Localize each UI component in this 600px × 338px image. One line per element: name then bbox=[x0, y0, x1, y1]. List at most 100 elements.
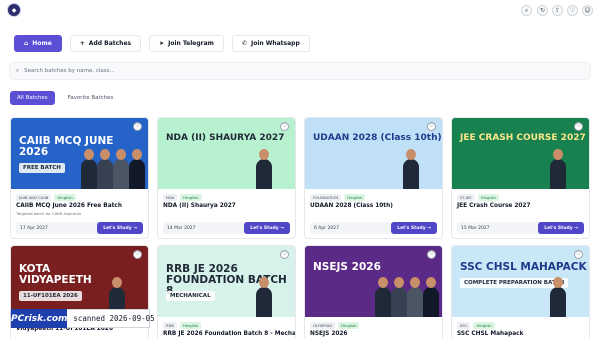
batch-title: UDAAN 2028 (Class 10th) bbox=[310, 203, 393, 209]
main-nav: ⌂ Home + Add Batches ➤ Join Telegram ✆ J… bbox=[14, 35, 310, 52]
telegram-icon: ➤ bbox=[159, 40, 165, 47]
batch-tag: NDA bbox=[163, 194, 178, 201]
user-icon[interactable]: ☺ bbox=[582, 5, 593, 16]
search-bar[interactable]: ⌕ Search batches by name, class... bbox=[9, 62, 591, 80]
banner-title: UDAAN 2028 (Class 10th) bbox=[313, 133, 442, 143]
batch-banner: SSC CHSL MAHAPACK COMPLETE PREPARATION BA… bbox=[452, 246, 589, 317]
batch-start-date: 14 Mar 2027 bbox=[167, 225, 196, 231]
batch-tags: NDA Hinglish bbox=[163, 194, 202, 201]
batch-banner: UDAAN 2028 (Class 10th) ♡ bbox=[305, 118, 442, 189]
batch-banner: JEE CRASH COURSE 2027 ♡ bbox=[452, 118, 589, 189]
banner-title: KOTA VIDYAPEETH bbox=[19, 263, 92, 287]
teacher-image bbox=[550, 277, 566, 317]
batch-banner: KOTA VIDYAPEETH 11-UF101EA 2026 ♡ bbox=[11, 246, 148, 317]
banner-badge: 11-UF101EA 2026 bbox=[19, 291, 82, 301]
batch-title: NDA (II) Shaurya 2027 bbox=[163, 203, 236, 209]
batch-card[interactable]: SSC CHSL MAHAPACK COMPLETE PREPARATION BA… bbox=[451, 245, 590, 338]
favorite-heart-icon[interactable]: ♡ bbox=[574, 250, 583, 259]
batch-tag: Hinglish bbox=[477, 194, 499, 201]
batch-title: NSEJS 2026 bbox=[310, 331, 348, 337]
batch-tag: IIT-JEE bbox=[457, 194, 475, 201]
batch-start-date: 6 Apr 2027 bbox=[314, 225, 339, 231]
batch-card[interactable]: NSEJS 2026 ♡ OLYMPIAD Hinglish NSEJS 2026 bbox=[304, 245, 443, 338]
batch-tag: FOUNDATION bbox=[310, 194, 342, 201]
lets-study-button[interactable]: Let's Study → bbox=[97, 222, 143, 234]
batch-banner: CAIIB MCQ JUNE 2026 FREE BATCH ♡ bbox=[11, 118, 148, 189]
app-logo[interactable]: ◆ bbox=[7, 3, 21, 17]
batch-tags: RRB Hinglish bbox=[163, 322, 202, 329]
watermark: PCrisk.com scanned 2026-09-05 bbox=[10, 309, 155, 328]
favorite-heart-icon[interactable]: ♡ bbox=[133, 122, 142, 131]
batch-title: CAIIB MCQ June 2026 Free Batch bbox=[16, 203, 122, 209]
favorite-heart-icon[interactable]: ♡ bbox=[574, 122, 583, 131]
banner-badge: FREE BATCH bbox=[19, 163, 65, 173]
banner-title: JEE CRASH COURSE 2027 bbox=[460, 133, 586, 143]
favorite-heart-icon[interactable]: ♡ bbox=[280, 122, 289, 131]
add-batches-button[interactable]: + Add Batches bbox=[69, 35, 142, 52]
teacher-image bbox=[113, 149, 129, 189]
favorite-heart-icon[interactable]: ♡ bbox=[427, 250, 436, 259]
join-whatsapp-label: Join Whatsapp bbox=[250, 40, 300, 47]
add-batches-label: Add Batches bbox=[88, 40, 132, 47]
teacher-image bbox=[403, 149, 419, 189]
search-input[interactable]: Search batches by name, class... bbox=[24, 68, 115, 74]
home-button[interactable]: ⌂ Home bbox=[14, 35, 62, 52]
batch-tag: RRB bbox=[163, 322, 177, 329]
banner-badge: MECHANICAL bbox=[166, 291, 215, 301]
batch-tags: SSC Hinglish bbox=[457, 322, 495, 329]
batch-title: JEE Crash Course 2027 bbox=[457, 203, 531, 209]
teacher-image bbox=[407, 277, 423, 317]
favorite-heart-icon[interactable]: ♡ bbox=[427, 122, 436, 131]
lets-study-button[interactable]: Let's Study → bbox=[538, 222, 584, 234]
banner-title: SSC CHSL MAHAPACK bbox=[460, 261, 587, 273]
lets-study-button[interactable]: Let's Study → bbox=[244, 222, 290, 234]
plus-icon: + bbox=[79, 40, 85, 47]
banner-title: NSEJS 2026 bbox=[313, 261, 381, 273]
teacher-image bbox=[375, 277, 391, 317]
favorite-heart-icon[interactable]: ♡ bbox=[133, 250, 142, 259]
lets-study-button[interactable]: Let's Study → bbox=[391, 222, 437, 234]
join-whatsapp-button[interactable]: ✆ Join Whatsapp bbox=[231, 35, 310, 52]
teacher-image bbox=[423, 277, 439, 317]
batch-start-date: 17 Apr 2027 bbox=[20, 225, 48, 231]
tab-favorite-batches[interactable]: Favorite Batches bbox=[61, 91, 121, 105]
favorite-heart-icon[interactable]: ♡ bbox=[280, 250, 289, 259]
watermark-scan-text: scanned 2026-09-05 bbox=[73, 314, 155, 323]
batch-card[interactable]: CAIIB MCQ JUNE 2026 FREE BATCH ♡ JAIIB AND … bbox=[10, 117, 149, 239]
batch-tag: Hinglish bbox=[338, 322, 360, 329]
teacher-image bbox=[391, 277, 407, 317]
home-button-label: Home bbox=[32, 40, 52, 47]
banner-title: NDA (II) SHAURYA 2027 bbox=[166, 133, 285, 143]
search-icon: ⌕ bbox=[16, 67, 20, 74]
search-icon[interactable]: ⌕ bbox=[521, 5, 532, 16]
batch-tag: Hinglish bbox=[54, 194, 76, 201]
batch-tag: OLYMPIAD bbox=[310, 322, 336, 329]
join-telegram-label: Join Telegram bbox=[168, 40, 214, 47]
batch-card[interactable]: RRB JE 2026 FOUNDATION BATCH 8MECHANICAL… bbox=[157, 245, 296, 338]
refresh-icon[interactable]: ↻ bbox=[537, 5, 548, 16]
share-icon[interactable]: ⇪ bbox=[552, 5, 563, 16]
batch-tag: Hinglish bbox=[179, 322, 202, 329]
batch-tags: IIT-JEE Hinglish bbox=[457, 194, 499, 201]
batch-card[interactable]: UDAAN 2028 (Class 10th) ♡ FOUNDATION Hingli… bbox=[304, 117, 443, 239]
batch-card[interactable]: JEE CRASH COURSE 2027 ♡ IIT-JEE Hinglish JEE… bbox=[451, 117, 590, 239]
batch-tag: Hinglish bbox=[473, 322, 495, 329]
teacher-image bbox=[256, 277, 272, 317]
batch-banner: NSEJS 2026 ♡ bbox=[305, 246, 442, 317]
join-telegram-button[interactable]: ➤ Join Telegram bbox=[149, 35, 224, 52]
batch-banner: RRB JE 2026 FOUNDATION BATCH 8MECHANICAL… bbox=[158, 246, 295, 317]
watermark-logo: PCrisk.com bbox=[11, 309, 68, 328]
batch-start-date: 15 Mar 2027 bbox=[461, 225, 490, 231]
batch-footer: 17 Apr 2027 Let's Study → bbox=[16, 222, 143, 234]
banner-badge: COMPLETE PREPARATION BATCH bbox=[460, 278, 569, 288]
batch-tabs: All Batches Favorite Batches bbox=[10, 91, 120, 105]
tab-all-batches[interactable]: All Batches bbox=[10, 91, 55, 105]
teacher-image bbox=[550, 149, 566, 189]
batch-tag: SSC bbox=[457, 322, 471, 329]
teacher-image bbox=[81, 149, 97, 189]
heart-icon[interactable]: ♡ bbox=[567, 5, 578, 16]
batch-footer: 6 Apr 2027 Let's Study → bbox=[310, 222, 437, 234]
batch-card[interactable]: NDA (II) SHAURYA 2027 ♡ NDA Hinglish NDA (II… bbox=[157, 117, 296, 239]
top-bar: ◆ ⌕ ↻ ⇪ ♡ ☺ bbox=[0, 0, 600, 24]
home-icon: ⌂ bbox=[24, 40, 29, 47]
